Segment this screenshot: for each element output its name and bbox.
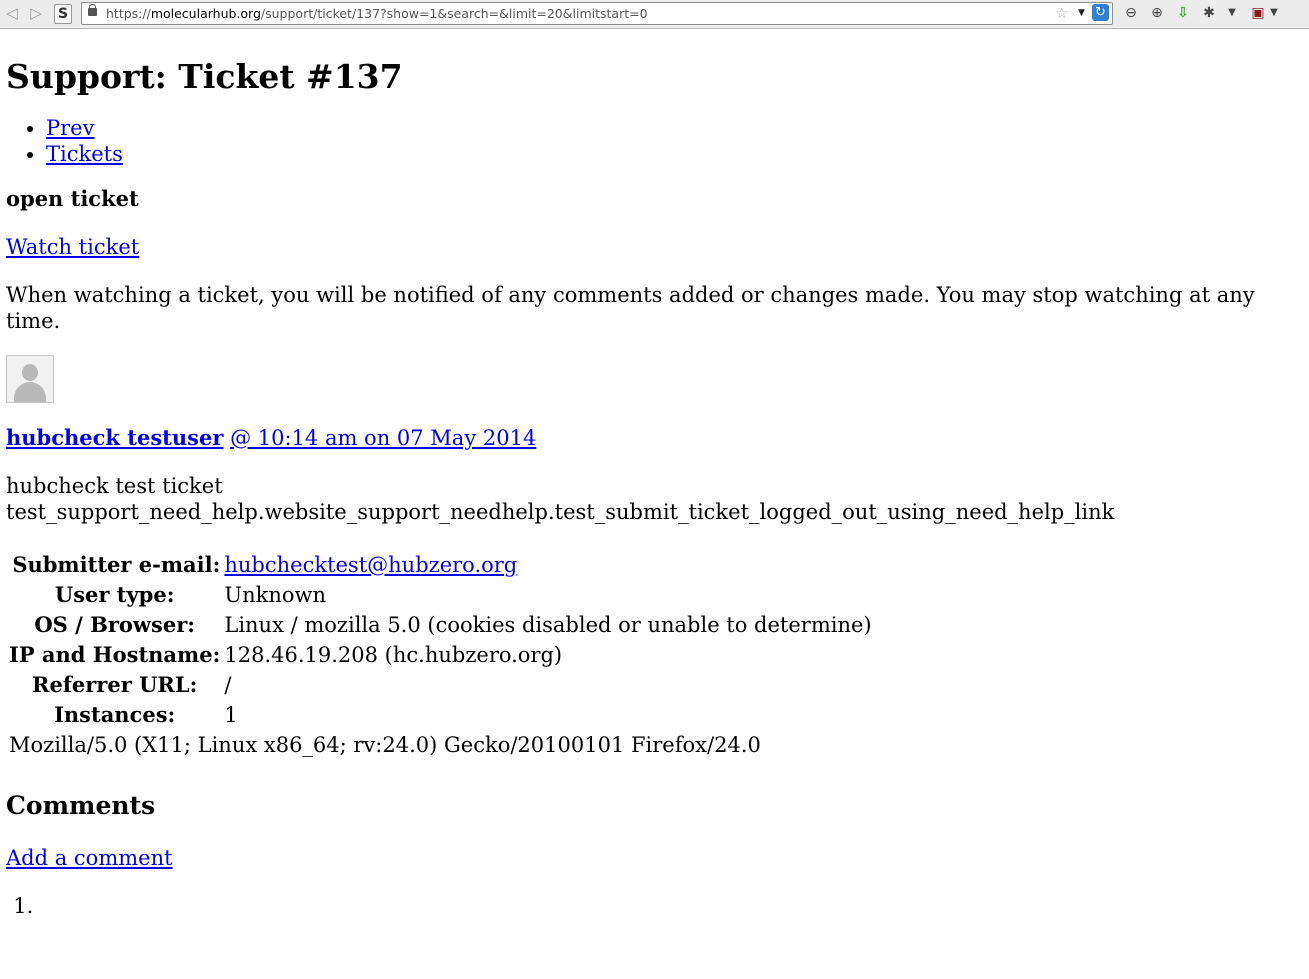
addon-dropdown-icon[interactable]: ▼ <box>1222 3 1242 23</box>
table-row: IP and Hostname: 128.46.19.208 (hc.hubze… <box>8 641 873 669</box>
timestamp-link[interactable]: @ 10:14 am on 07 May 2014 <box>230 426 536 450</box>
nav-item-tickets: Tickets <box>46 141 1296 167</box>
bookmark-star-icon[interactable]: ☆ <box>1055 3 1068 24</box>
firebug-icon[interactable]: ✱ <box>1199 3 1219 23</box>
user-type-label: User type: <box>54 582 175 607</box>
avatar-head-shape <box>22 364 38 381</box>
s-addon-button[interactable]: S <box>54 4 72 24</box>
table-row: Submitter e-mail: hubchecktest@hubzero.o… <box>8 551 873 579</box>
url-dropdown-icon[interactable]: ▼ <box>1078 3 1085 24</box>
user-agent: Mozilla/5.0 (X11; Linux x86_64; rv:24.0)… <box>9 733 761 757</box>
lock-icon <box>88 4 97 16</box>
table-row: User type: Unknown <box>8 581 873 609</box>
comments-heading: Comments <box>6 791 156 820</box>
zoom-out-icon[interactable]: ⊖ <box>1121 3 1141 23</box>
instances-value: 1 <box>224 703 238 727</box>
table-row: OS / Browser: Linux / mozilla 5.0 (cooki… <box>8 611 873 639</box>
forward-icon[interactable]: ▷ <box>27 4 45 22</box>
email-link[interactable]: hubchecktest@hubzero.org <box>224 553 517 577</box>
os-browser-value: Linux / mozilla 5.0 (cookies disabled or… <box>224 613 872 637</box>
back-icon[interactable]: ◁ <box>3 4 21 22</box>
menu-dropdown-icon[interactable]: ▼ <box>1264 3 1284 23</box>
report-summary: hubcheck test ticket <box>6 474 223 498</box>
url-bar[interactable]: https://molecularhub.org/support/ticket/… <box>81 2 1113 25</box>
avatar-body-shape <box>14 382 46 402</box>
table-row: Referrer URL: / <box>8 671 873 699</box>
ticket-status: open ticket <box>6 186 139 211</box>
zoom-in-icon[interactable]: ⊕ <box>1147 3 1167 23</box>
add-comment-section: Add a comment <box>6 845 1296 871</box>
ticket-report: hubcheck test ticket test_support_need_h… <box>6 473 1296 525</box>
os-browser-label: OS / Browser: <box>34 612 196 637</box>
ip-hostname-label: IP and Hostname: <box>9 642 221 667</box>
watch-note: When watching a ticket, you will be noti… <box>6 283 1255 333</box>
reload-icon[interactable]: ↻ <box>1092 4 1109 21</box>
nav-item-prev: Prev <box>46 115 1296 141</box>
ticket-nav: Prev Tickets <box>6 115 1296 167</box>
referrer-value: / <box>224 673 232 697</box>
tickets-link[interactable]: Tickets <box>46 142 123 166</box>
ticket-byline: hubcheck testuser @ 10:14 am on 07 May 2… <box>6 425 1296 451</box>
table-row: Mozilla/5.0 (X11; Linux x86_64; rv:24.0)… <box>8 731 873 759</box>
url-text[interactable]: https://molecularhub.org/support/ticket/… <box>106 3 648 24</box>
referrer-label: Referrer URL: <box>32 672 198 697</box>
report-body: test_support_need_help.website_support_n… <box>6 500 1115 524</box>
list-item <box>40 893 1296 919</box>
watch-section: Watch ticket <box>6 234 1296 260</box>
author-link[interactable]: hubcheck testuser <box>6 425 223 450</box>
email-label: Submitter e-mail: <box>12 552 221 577</box>
user-type-value: Unknown <box>224 583 326 607</box>
page-content: Support: Ticket #137 Prev Tickets open t… <box>6 28 1296 919</box>
add-comment-link[interactable]: Add a comment <box>6 846 173 870</box>
page-title: Support: Ticket #137 <box>6 57 403 96</box>
instances-label: Instances: <box>54 702 176 727</box>
comments-list <box>6 893 1296 919</box>
browser-toolbar: ◁ ▷ S https://molecularhub.org/support/t… <box>0 0 1309 29</box>
table-row: Instances: 1 <box>8 701 873 729</box>
watch-ticket-link[interactable]: Watch ticket <box>6 235 139 259</box>
prev-link[interactable]: Prev <box>46 116 94 140</box>
ip-hostname-value: 128.46.19.208 (hc.hubzero.org) <box>224 643 563 667</box>
email-cell: hubchecktest@hubzero.org <box>223 551 872 579</box>
avatar <box>6 355 54 403</box>
ticket-details-table: Submitter e-mail: hubchecktest@hubzero.o… <box>6 549 875 761</box>
download-icon[interactable]: ⇩ <box>1173 3 1193 23</box>
